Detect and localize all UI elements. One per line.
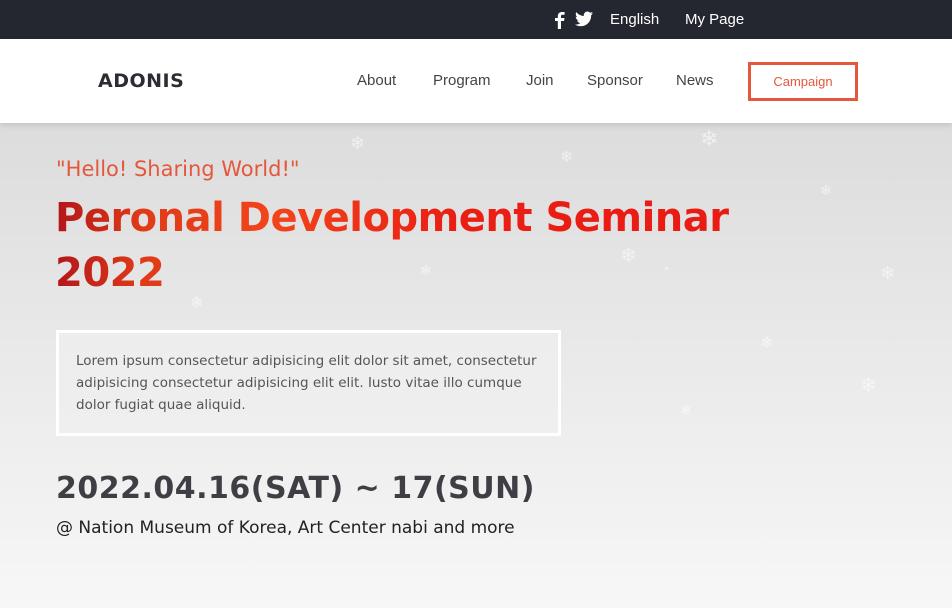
hero-section: ❄ ❄ ❄ ❄ ❄ ❄ ❄ ❄ ❄ ❄ ❄ "Hello! Sharing Wo…	[0, 123, 952, 608]
facebook-icon[interactable]	[553, 11, 565, 29]
nav-item-join[interactable]: Join	[526, 39, 554, 123]
nav-item-sponsor[interactable]: Sponsor	[587, 39, 643, 123]
nav-item-about[interactable]: About	[357, 39, 396, 123]
snowflake-icon: ❄	[880, 263, 896, 284]
event-venue: @ Nation Museum of Korea, Art Center nab…	[56, 518, 515, 538]
my-page-link[interactable]: My Page	[685, 0, 744, 39]
snowflake-icon: ❄	[860, 373, 877, 397]
event-date: 2022.04.16(SAT) ~ 17(SUN)	[56, 471, 535, 506]
description-box: Lorem ipsum consectetur adipisicing elit…	[56, 330, 561, 436]
campaign-button[interactable]: Campaign	[748, 62, 858, 101]
top-utility-bar: English My Page	[0, 0, 952, 39]
snowflake-icon: ❄	[350, 133, 366, 154]
language-link[interactable]: English	[610, 0, 659, 39]
site-logo[interactable]: ADONIS	[98, 39, 184, 123]
hero-tagline: "Hello! Sharing World!"	[56, 157, 300, 181]
hero-title: Peronal Development Seminar 2022	[55, 191, 775, 301]
snowflake-icon: ❄	[700, 127, 719, 152]
nav-item-program[interactable]: Program	[433, 39, 491, 123]
snowflake-icon: ❄	[680, 403, 692, 419]
twitter-icon[interactable]	[575, 11, 593, 27]
snowflake-icon: ❄	[560, 147, 574, 166]
description-text: Lorem ipsum consectetur adipisicing elit…	[76, 353, 537, 413]
nav-item-news[interactable]: News	[676, 39, 714, 123]
main-header: ADONIS About Program Join Sponsor News C…	[0, 39, 952, 123]
snowflake-icon: ❄	[820, 183, 832, 199]
snowflake-icon: ❄	[760, 333, 774, 352]
